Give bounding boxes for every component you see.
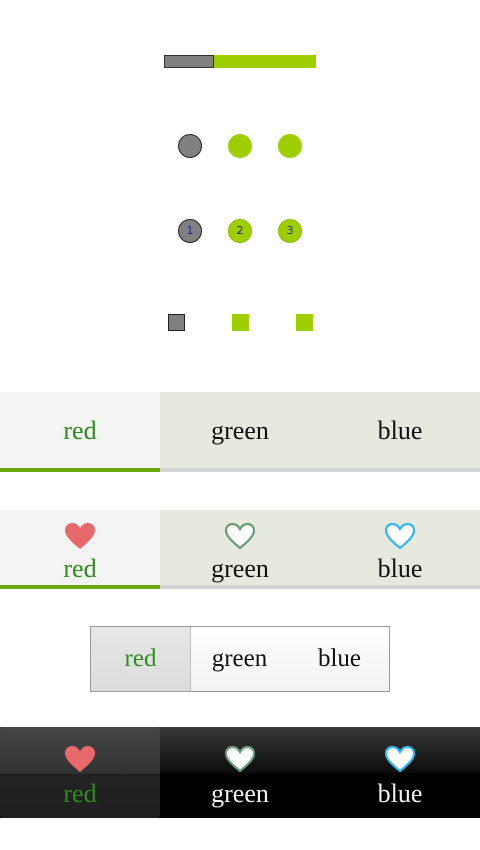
tab-green[interactable]: green [160, 510, 320, 589]
tab-label: blue [377, 416, 423, 445]
tab-label: blue [377, 779, 423, 808]
tab-indicator [0, 585, 160, 589]
tab-indicator [320, 585, 480, 589]
heart-filled-icon [65, 746, 95, 772]
tab-blue[interactable]: blue [320, 510, 480, 589]
progress-bar-fill [164, 55, 215, 68]
segment-red[interactable]: red [91, 627, 191, 691]
tab-green[interactable]: green [160, 392, 320, 472]
progress-bar [164, 55, 316, 68]
tab-indicator [160, 585, 320, 589]
tab-label: green [211, 554, 269, 583]
tab-label: green [211, 416, 269, 445]
tab-green[interactable]: green [160, 727, 320, 818]
tab-red[interactable]: red [0, 727, 160, 818]
tab-label: red [63, 416, 97, 445]
heart-outline-icon [384, 745, 416, 773]
tab-red[interactable]: red [0, 392, 160, 472]
numbered-page-dot-3[interactable]: 3 [278, 219, 302, 243]
page-dot-1[interactable] [178, 134, 202, 158]
tab-label: red [63, 779, 97, 808]
segment-green[interactable]: green [190, 627, 289, 691]
numbered-page-dot-2[interactable]: 2 [228, 219, 252, 243]
tab-label: blue [377, 554, 423, 583]
tab-blue[interactable]: blue [320, 392, 480, 472]
tab-indicator [0, 468, 160, 472]
page-square-3[interactable] [296, 314, 313, 331]
page-dot-3[interactable] [278, 134, 302, 158]
numbered-page-dot-1[interactable]: 1 [178, 219, 202, 243]
page-dot-2[interactable] [228, 134, 252, 158]
heart-outline-icon [224, 522, 256, 550]
tab-indicator [160, 468, 320, 472]
tab-label: green [211, 779, 269, 808]
page-square-2[interactable] [232, 314, 249, 331]
segment-blue[interactable]: blue [290, 627, 389, 691]
heart-filled-icon [65, 523, 95, 549]
tab-bar-text: red green blue [0, 392, 480, 472]
tab-blue[interactable]: blue [320, 727, 480, 818]
segmented-control: red green blue [90, 626, 390, 692]
tab-red[interactable]: red [0, 510, 160, 589]
tab-bar-dark: red green blue [0, 727, 480, 818]
page-square-1[interactable] [168, 314, 185, 331]
heart-outline-icon [384, 522, 416, 550]
tab-label: red [63, 554, 97, 583]
heart-outline-icon [224, 745, 256, 773]
tab-bar-icons: red green blue [0, 510, 480, 589]
tab-indicator [320, 468, 480, 472]
